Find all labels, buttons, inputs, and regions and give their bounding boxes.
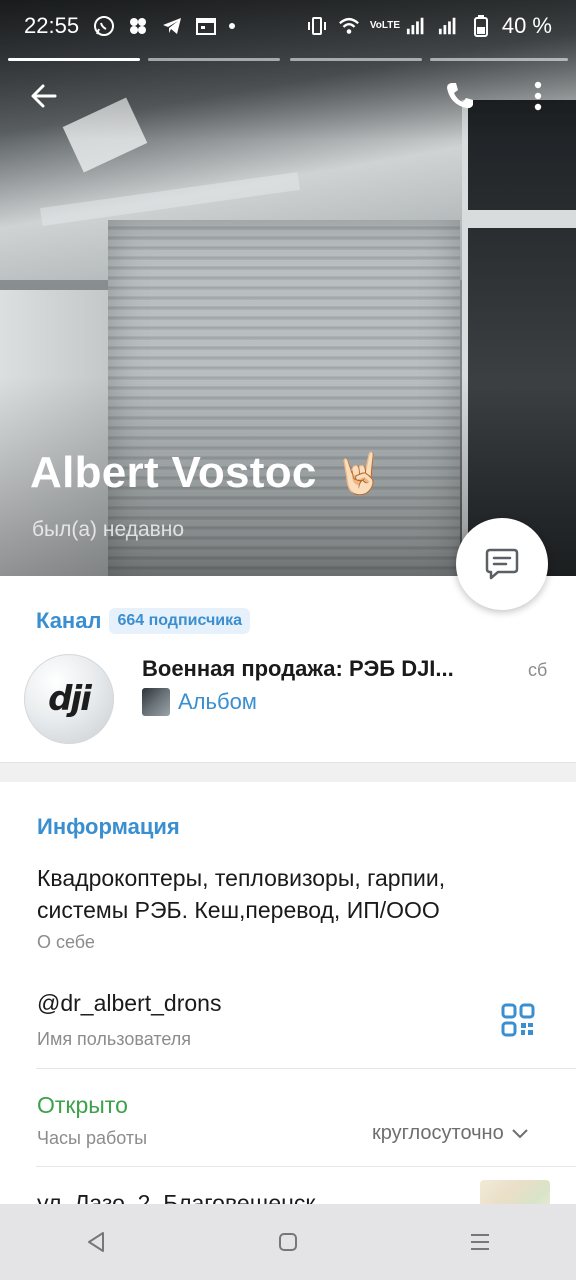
hours-value: круглосуточно — [372, 1122, 504, 1144]
menu-lines-icon — [471, 1234, 489, 1250]
channel-post-preview: Альбом — [142, 688, 257, 716]
channel-header: Канал 664 подписчика — [36, 608, 250, 634]
channel-avatar[interactable]: dji — [24, 654, 114, 744]
more-vertical-icon — [534, 81, 542, 111]
row-divider — [36, 1166, 576, 1167]
channel-post-title: Военная продажа: РЭБ DJI... — [142, 656, 454, 681]
info-section-title: Информация — [37, 814, 180, 839]
calendar-icon — [195, 15, 217, 37]
call-button[interactable] — [436, 72, 484, 120]
section-divider — [0, 762, 576, 782]
rock-hand-emoji-icon: 🤘🏻 — [334, 451, 385, 496]
story-progress-segment — [8, 58, 140, 61]
qr-code-button[interactable] — [500, 1002, 536, 1038]
volte-label: VoLTE — [369, 20, 401, 31]
dji-logo: dji — [48, 679, 92, 719]
album-label: Альбом — [178, 689, 257, 714]
battery-percent: 40 % — [501, 13, 552, 38]
album-thumbnail — [142, 688, 170, 716]
hours-dropdown[interactable]: круглосуточно — [372, 1122, 528, 1145]
profile-header: Albert Vostoc 🤘🏻 — [30, 448, 385, 498]
bio-text[interactable]: Квадрокоптеры, тепловизоры, гарпии, сист… — [37, 862, 537, 926]
username-label: Имя пользователя — [37, 1029, 192, 1049]
wifi-icon — [338, 15, 360, 37]
telegram-icon — [161, 15, 183, 37]
profile-name: Albert Vostoc — [30, 448, 317, 497]
app-dots-icon — [127, 15, 149, 37]
battery-icon — [470, 15, 492, 37]
hours-label: Часы работы — [37, 1128, 148, 1148]
whatsapp-icon — [93, 15, 115, 37]
back-arrow-icon — [31, 84, 57, 108]
notification-dot-icon — [229, 23, 236, 29]
signal-2-icon — [438, 15, 460, 37]
square-home-icon — [279, 1233, 297, 1251]
chevron-down-icon — [512, 1128, 528, 1138]
story-progress-segment — [290, 58, 422, 61]
channel-post-date: сб — [528, 660, 548, 680]
username-value[interactable]: @dr_albert_drons — [37, 990, 221, 1017]
story-progress-segment — [148, 58, 280, 61]
info-section: Информация Квадрокоптеры, тепловизоры, г… — [0, 782, 576, 1220]
vibrate-icon — [306, 15, 328, 37]
channel-label: Канал — [36, 608, 102, 633]
system-nav-bar — [0, 1204, 576, 1280]
business-open-status: Открыто — [37, 1092, 128, 1118]
triangle-back-icon — [88, 1232, 104, 1252]
nav-recents-button[interactable] — [450, 1217, 510, 1267]
status-time: 22:55 — [24, 13, 80, 38]
nav-home-button[interactable] — [258, 1217, 318, 1267]
phone-icon — [447, 83, 473, 109]
story-progress-segment — [430, 58, 568, 61]
last-seen-status: был(а) недавно — [32, 518, 185, 541]
bio-label: О себе — [37, 932, 95, 952]
message-icon — [485, 548, 519, 580]
nav-back-button[interactable] — [66, 1217, 126, 1267]
signal-icon — [406, 15, 428, 37]
status-bar: 22:55 VoLTE 40 % — [0, 0, 576, 52]
back-button[interactable] — [20, 72, 68, 120]
qr-code-icon — [501, 1003, 535, 1037]
row-divider — [36, 1068, 576, 1069]
send-message-button[interactable] — [456, 518, 548, 610]
more-menu-button[interactable] — [514, 72, 562, 120]
subscribers-badge: 664 подписчика — [109, 608, 250, 634]
